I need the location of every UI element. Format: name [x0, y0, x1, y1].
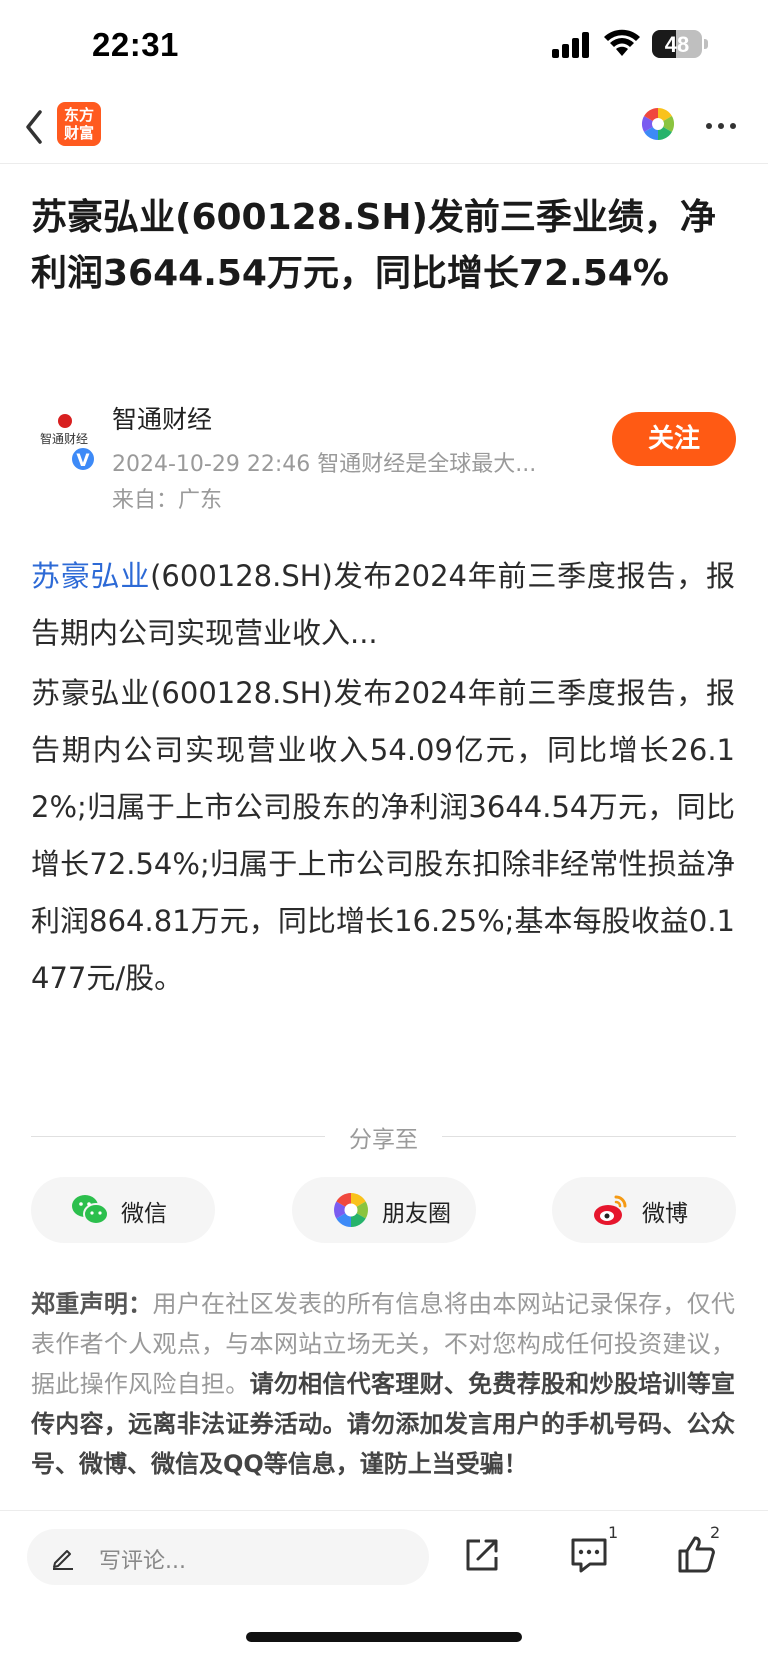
- app-logo-line2: 财富: [63, 124, 94, 142]
- chevron-left-icon[interactable]: [20, 102, 50, 152]
- disclaimer: 郑重声明：用户在社区发表的所有信息将由本网站记录保存，仅代表作者个人观点，与本网…: [31, 1284, 735, 1484]
- battery-level: 48: [664, 32, 690, 57]
- wechat-icon: [72, 1195, 109, 1225]
- verified-badge: V: [70, 446, 96, 472]
- share-label: 分享至: [349, 1127, 418, 1153]
- share-option-label: 微信: [121, 1201, 167, 1227]
- comment-icon[interactable]: [568, 1535, 610, 1575]
- comment-placeholder: 写评论...: [99, 1549, 186, 1574]
- app-logo-line1: 东方: [63, 106, 94, 124]
- share-weibo-button[interactable]: 微博: [552, 1177, 736, 1243]
- article-title: 苏豪弘业(600128.SH)发前三季业绩，净利润3644.54万元，同比增长7…: [31, 197, 716, 294]
- author-location: 来自：广东: [112, 488, 223, 513]
- divider: [31, 1136, 325, 1137]
- article-body: 苏豪弘业(600128.SH)发布2024年前三季度报告，报告期内公司实现营业收…: [31, 676, 735, 995]
- battery-icon: 48: [652, 30, 708, 58]
- author-meta: 2024-10-29 22:46 智通财经是全球最大...: [112, 452, 537, 477]
- share-out-icon[interactable]: [462, 1535, 502, 1575]
- share-wechat-button[interactable]: 微信: [31, 1177, 215, 1243]
- comment-count: 1: [608, 1523, 619, 1542]
- home-indicator[interactable]: [246, 1632, 522, 1642]
- share-option-label: 朋友圈: [382, 1201, 451, 1227]
- like-count: 2: [710, 1523, 721, 1542]
- pencil-icon: [53, 1550, 73, 1570]
- avatar-text: 智通财经: [39, 432, 88, 446]
- comment-input[interactable]: 写评论...: [27, 1529, 429, 1585]
- divider: [442, 1136, 736, 1137]
- status-time: 22:31: [92, 26, 179, 63]
- wifi-icon: [604, 29, 640, 56]
- share-option-label: 微博: [642, 1201, 688, 1227]
- disclaimer-title: 郑重声明：: [31, 1290, 153, 1318]
- weibo-icon: [594, 1195, 627, 1225]
- moments-icon: [334, 1193, 368, 1227]
- status-bar: 22:31 48: [0, 0, 768, 92]
- author-name[interactable]: 智通财经: [112, 400, 212, 436]
- stock-link[interactable]: 苏豪弘业: [31, 559, 150, 593]
- moments-icon[interactable]: [640, 106, 676, 142]
- avatar-logo-mark: [58, 414, 72, 428]
- follow-button[interactable]: 关注: [612, 412, 736, 466]
- share-moments-button[interactable]: 朋友圈: [292, 1177, 476, 1243]
- article-summary: 苏豪弘业(600128.SH)发布2024年前三季度报告，报告期内公司实现营业收…: [31, 548, 735, 662]
- nav-bar: 东方 财富: [0, 92, 768, 164]
- ellipsis-icon[interactable]: [704, 110, 738, 140]
- cellular-signal-icon: [552, 32, 589, 58]
- app-logo: 东方 财富: [57, 102, 101, 146]
